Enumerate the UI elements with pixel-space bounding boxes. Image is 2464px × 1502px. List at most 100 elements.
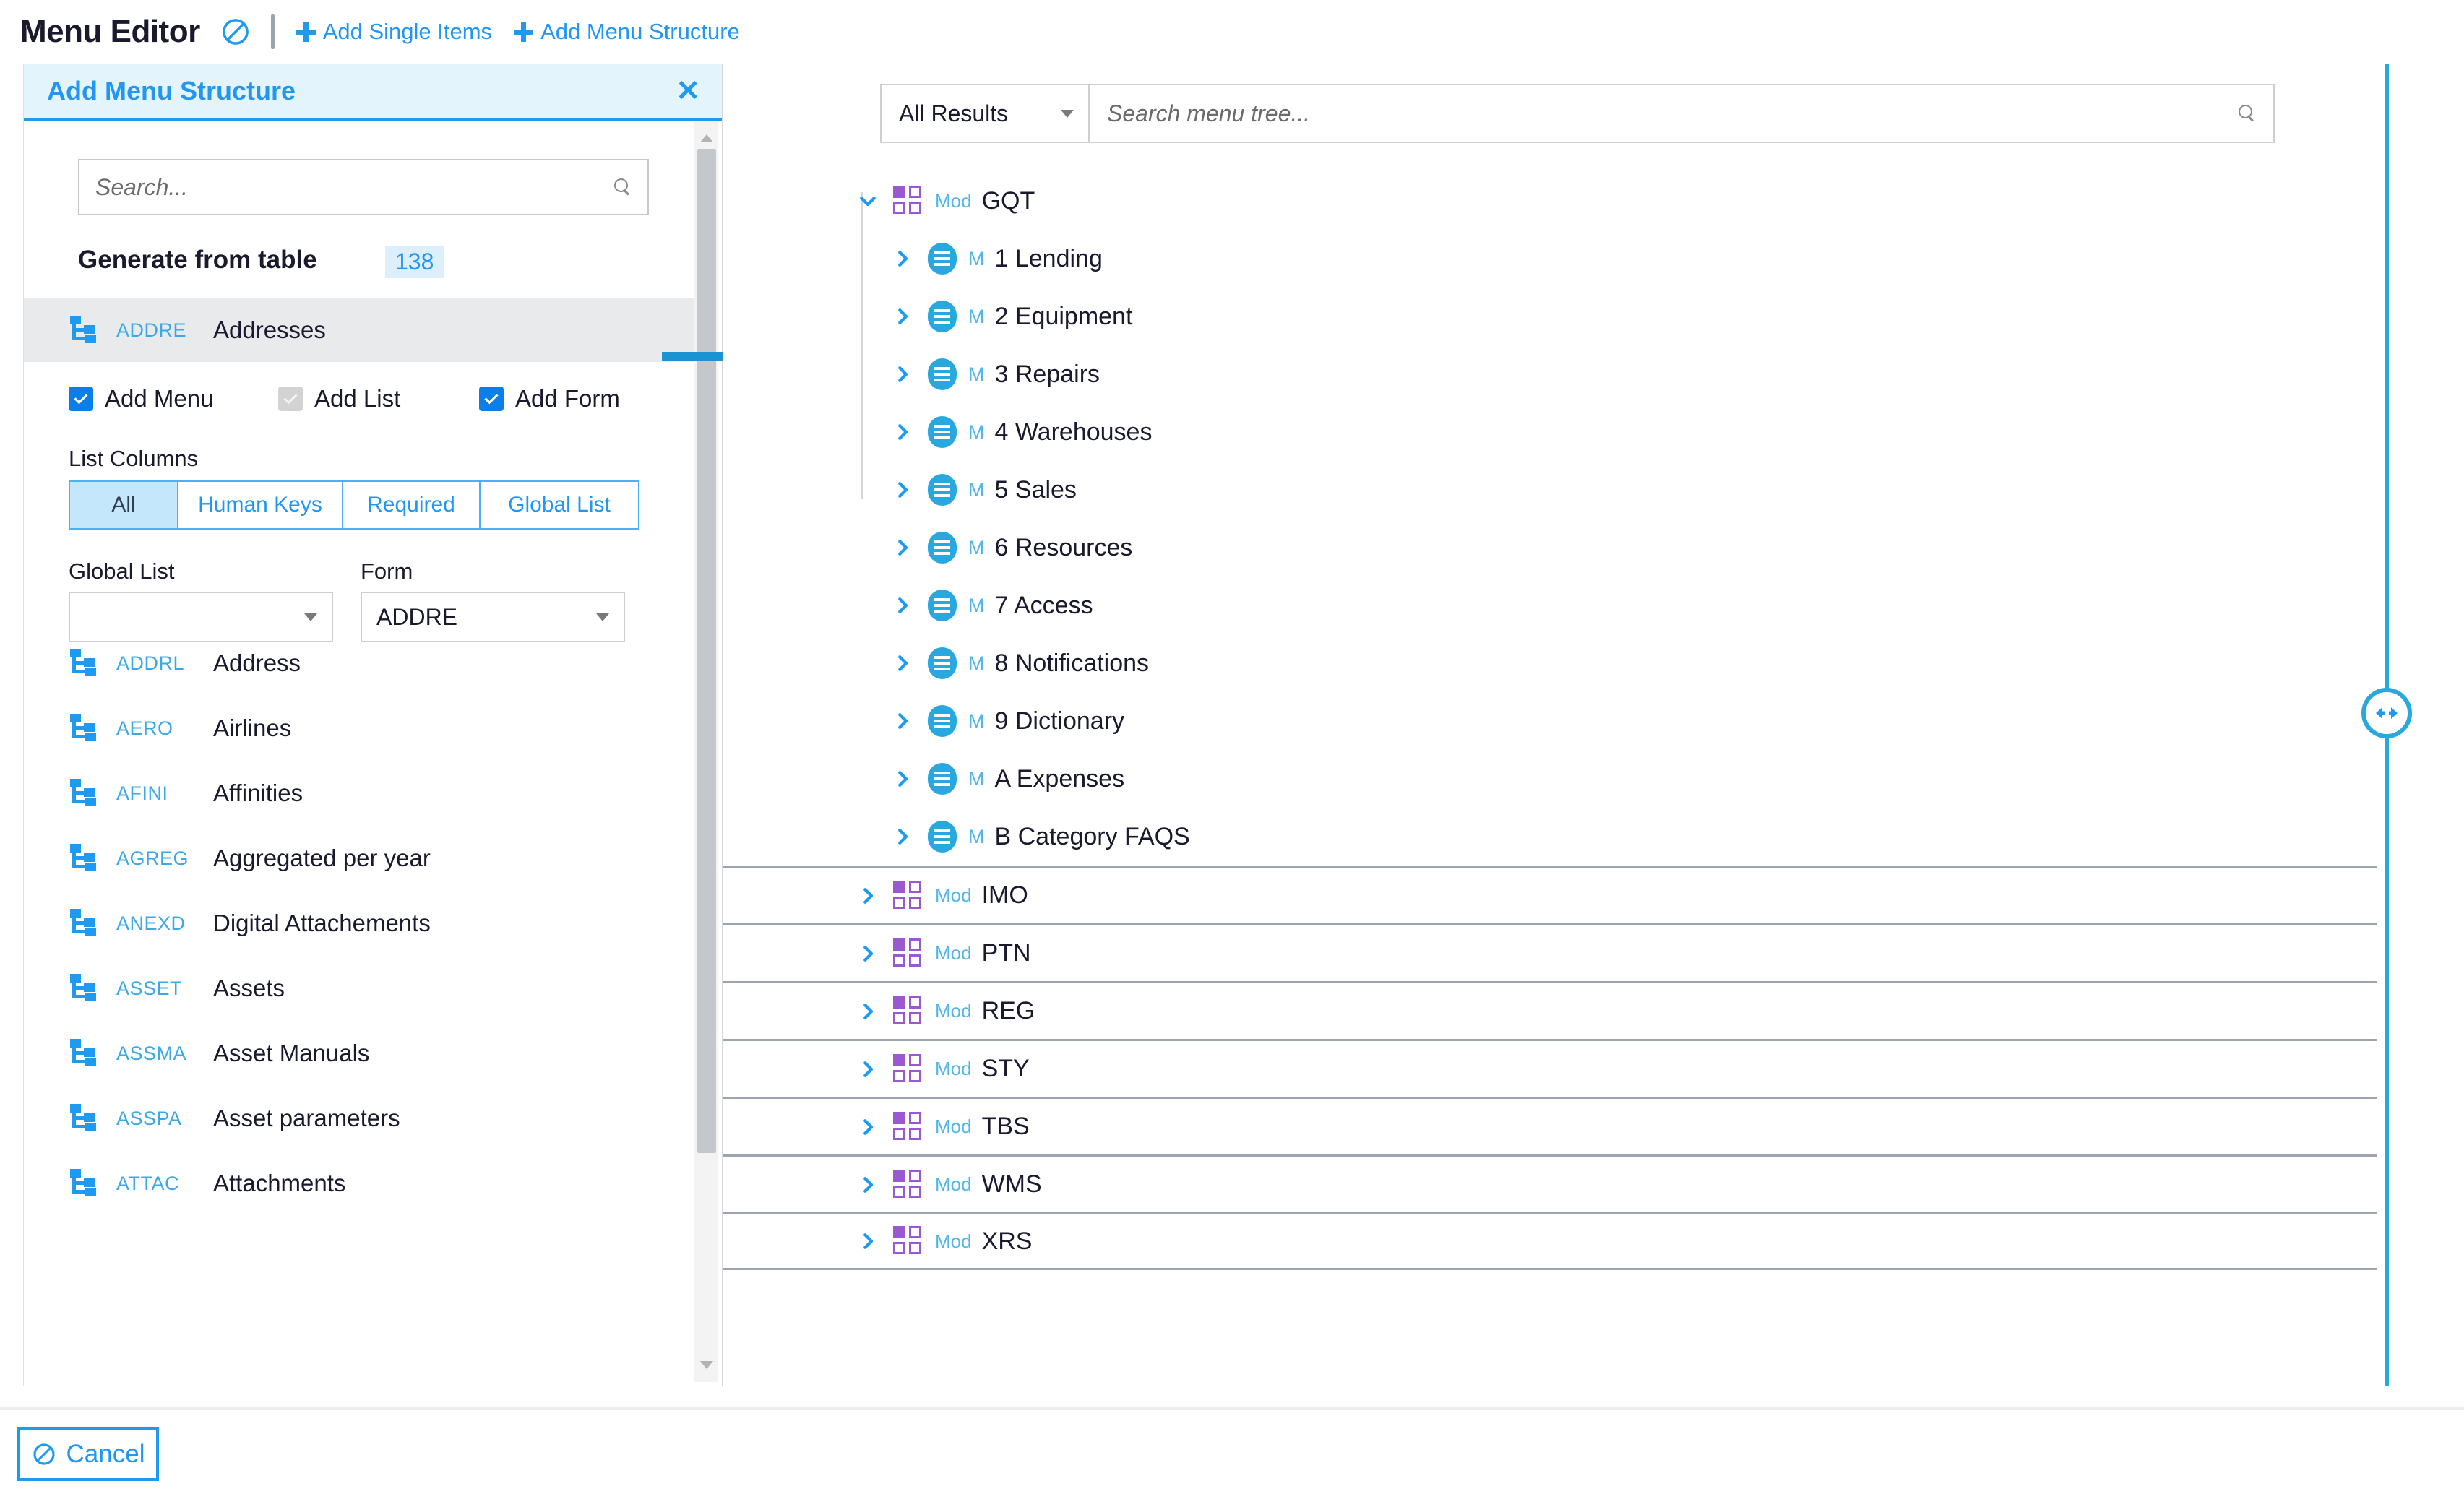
tree-node-child[interactable]: M A Expenses [723,750,2377,808]
tree-node-root[interactable]: Mod GQT [723,172,2377,230]
list-item[interactable]: AFINI Affinities [24,761,696,826]
chevron-right-icon[interactable] [853,1116,883,1138]
list-item[interactable]: ASSMA Asset Manuals [24,1021,696,1086]
expanded-table-card-header[interactable]: ADDRE Addresses [24,298,696,362]
tree-node-module[interactable]: Mod WMS [723,1154,2377,1212]
node-label: 9 Dictionary [994,707,1125,735]
node-tag: M [968,536,985,558]
add-menu-checkbox[interactable]: Add Menu [69,385,278,413]
list-item[interactable]: AGREG Aggregated per year [24,826,696,891]
caret-down-icon[interactable] [700,1361,713,1369]
list-item[interactable]: ANEXD Digital Attachements [24,891,696,956]
chevron-right-icon[interactable] [887,652,918,674]
tree-search-field-wrapper[interactable] [1090,85,2273,142]
table-name: Addresses [213,316,326,343]
table-structure-icon [69,1039,100,1068]
tree-node-module[interactable]: Mod XRS [723,1212,2377,1270]
tree-node-child[interactable]: M 4 Warehouses [723,403,2377,461]
chevron-right-icon[interactable] [887,768,918,790]
list-item[interactable]: ADDRL Address [24,631,696,696]
segment-global-list[interactable]: Global List [479,480,639,530]
chevron-right-icon[interactable] [887,595,918,616]
tree-node-child[interactable]: M 5 Sales [723,461,2377,519]
list-item[interactable]: ATTAC Attachments [24,1151,696,1216]
table-code: AGREG [116,847,189,869]
chevron-right-icon[interactable] [887,479,918,501]
table-name: Asset Manuals [213,1040,370,1066]
chevron-right-icon[interactable] [887,826,918,847]
list-item[interactable]: ASSET Assets [24,956,696,1021]
chevron-right-icon[interactable] [853,885,883,907]
module-grid-icon [893,1111,923,1142]
search-icon [2239,105,2256,122]
results-filter-select[interactable]: All Results [882,85,1090,142]
list-item[interactable]: ASSPA Asset parameters [24,1086,696,1151]
tree-node-child[interactable]: M 9 Dictionary [723,692,2377,750]
chevron-right-icon[interactable] [887,537,918,558]
node-label: 8 Notifications [994,649,1150,677]
add-form-checkbox[interactable]: Add Form [479,385,620,413]
node-tag: Mod [935,1000,972,1022]
table-name: Digital Attachements [213,910,431,936]
node-label: 1 Lending [994,244,1103,272]
chevron-right-icon[interactable] [853,1001,883,1022]
expanded-table-card-body: Add Menu Add List Add Form List Columns … [24,362,696,670]
tree-node-child[interactable]: M 1 Lending [723,230,2377,288]
segment-all[interactable]: All [69,480,177,530]
search-icon [614,178,632,196]
search-field-wrapper[interactable] [78,159,649,215]
tree-search-input[interactable] [1107,100,2239,127]
add-menu-structure-button[interactable]: Add Menu Structure [514,19,740,45]
node-label: 7 Access [994,591,1093,619]
node-label: XRS [981,1227,1033,1255]
scrollbar-thumb[interactable] [697,149,716,1153]
chevron-right-icon[interactable] [853,943,883,964]
chevron-right-icon[interactable] [853,1174,883,1196]
tree-node-module[interactable]: Mod REG [723,981,2377,1039]
table-structure-icon [69,714,100,743]
add-single-items-button[interactable]: Add Single Items [296,19,492,45]
caret-up-icon[interactable] [700,134,713,142]
node-tag: M [968,709,985,732]
tree-node-child[interactable]: M 7 Access [723,577,2377,634]
chevron-right-icon[interactable] [887,363,918,385]
page-title: Menu Editor [20,14,200,49]
menu-circle-icon [928,647,957,679]
block-icon[interactable] [219,15,252,48]
cancel-button[interactable]: Cancel [17,1427,159,1481]
chevron-right-icon[interactable] [853,1230,883,1252]
menu-tree-panel: All Results Mod GQT M 1 Lending [723,64,2377,1386]
tree-node-child[interactable]: M 8 Notifications [723,634,2377,692]
panel-scrollbar[interactable] [694,121,718,1382]
list-item[interactable]: AERO Airlines [24,696,696,761]
tree-node-module[interactable]: Mod IMO [723,866,2377,923]
chevron-right-icon[interactable] [887,421,918,443]
module-grid-icon [893,996,923,1027]
search-input[interactable] [95,173,614,201]
node-label: 3 Repairs [994,360,1100,388]
close-icon[interactable]: ✕ [676,77,700,105]
tree-node-module[interactable]: Mod PTN [723,923,2377,981]
panel-header: Add Menu Structure ✕ [24,64,722,121]
chevron-right-icon[interactable] [887,306,918,327]
chevron-right-icon[interactable] [853,1058,883,1080]
tree-node-child[interactable]: M 3 Repairs [723,345,2377,403]
node-label: 4 Warehouses [994,418,1153,446]
tree-node-child[interactable]: M 2 Equipment [723,288,2377,345]
tree-node-child[interactable]: M B Category FAQS [723,808,2377,866]
generate-from-table-count: 138 [385,246,444,278]
menu-circle-icon [928,301,957,332]
tree-node-module[interactable]: Mod STY [723,1039,2377,1097]
resize-horizontal-icon[interactable] [2361,688,2412,738]
tree-node-module[interactable]: Mod TBS [723,1097,2377,1154]
add-list-label: Add List [314,385,401,412]
table-code: ASSPA [116,1107,182,1129]
segment-required[interactable]: Required [342,480,479,530]
chevron-right-icon[interactable] [887,710,918,732]
module-grid-icon [893,1169,923,1200]
chevron-right-icon[interactable] [887,248,918,269]
segment-human-keys[interactable]: Human Keys [177,480,342,530]
plus-icon [296,22,316,42]
chevron-down-icon[interactable] [853,190,883,212]
tree-node-child[interactable]: M 6 Resources [723,519,2377,577]
